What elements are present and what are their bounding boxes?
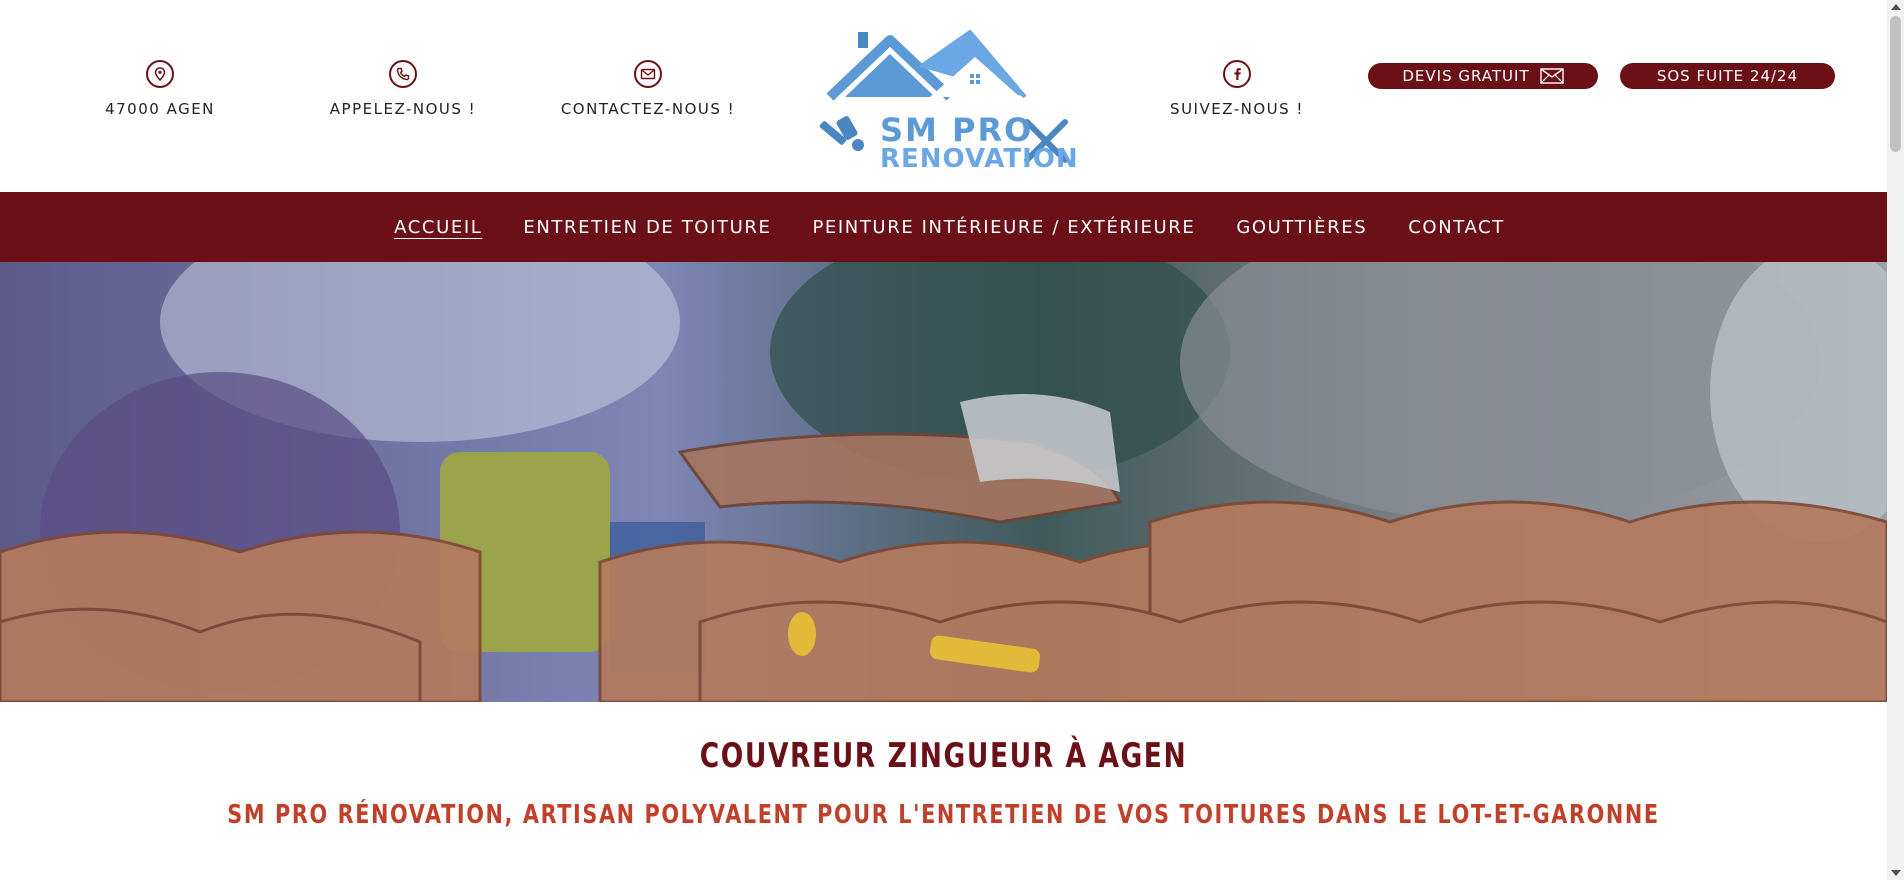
logo[interactable]: SM PRO RENOVATION bbox=[810, 22, 1078, 172]
envelope-icon bbox=[1539, 68, 1564, 84]
nav-item-gouttieres[interactable]: GOUTTIÈRES bbox=[1236, 217, 1367, 238]
devis-gratuit-button[interactable]: DEVIS GRATUIT bbox=[1368, 63, 1598, 89]
nav-item-entretien-toiture[interactable]: ENTRETIEN DE TOITURE bbox=[523, 217, 771, 238]
nav-item-peinture[interactable]: PEINTURE INTÉRIEURE / EXTÉRIEURE bbox=[812, 217, 1195, 238]
intro-section: COUVREUR ZINGUEUR À AGEN SM PRO RÉNOVATI… bbox=[0, 702, 1887, 880]
page-scrollbar[interactable] bbox=[1887, 0, 1904, 880]
nav-item-contact[interactable]: CONTACT bbox=[1408, 217, 1505, 238]
social-info[interactable]: SUIVEZ-NOUS ! bbox=[1127, 60, 1347, 118]
nav-item-accueil[interactable]: ACCUEIL bbox=[394, 217, 482, 238]
devis-button-label: DEVIS GRATUIT bbox=[1402, 67, 1530, 85]
logo-text-line2: RENOVATION bbox=[880, 144, 1079, 174]
main-nav: ACCUEIL ENTRETIEN DE TOITURE PEINTURE IN… bbox=[0, 192, 1887, 262]
facebook-icon bbox=[1223, 60, 1251, 88]
sos-fuite-button[interactable]: SOS FUITE 24/24 bbox=[1620, 63, 1835, 89]
sos-button-label: SOS FUITE 24/24 bbox=[1656, 67, 1799, 85]
scroll-down-icon[interactable] bbox=[1891, 870, 1901, 876]
hero-roof-painting-illustration bbox=[0, 262, 1887, 702]
phone-icon bbox=[389, 60, 417, 88]
contact-label: CONTACTEZ-NOUS ! bbox=[560, 100, 736, 118]
page-title: COUVREUR ZINGUEUR À AGEN bbox=[699, 736, 1188, 776]
address-info[interactable]: 47000 AGEN bbox=[50, 60, 270, 118]
map-pin-icon bbox=[146, 60, 174, 88]
page-subtitle: SM PRO RÉNOVATION, ARTISAN POLYVALENT PO… bbox=[227, 800, 1660, 830]
phone-info[interactable]: APPELEZ-NOUS ! bbox=[293, 60, 513, 118]
logo-text-line1: SM PRO bbox=[880, 111, 1034, 149]
contact-info[interactable]: CONTACTEZ-NOUS ! bbox=[538, 60, 758, 118]
address-text: 47000 AGEN bbox=[105, 100, 215, 118]
scroll-up-icon[interactable] bbox=[1891, 4, 1901, 10]
site-header: 47000 AGEN APPELEZ-NOUS ! CONTACTEZ-NOUS… bbox=[0, 0, 1887, 192]
hero-image bbox=[0, 262, 1887, 702]
phone-label: APPELEZ-NOUS ! bbox=[329, 100, 477, 118]
mail-icon bbox=[634, 60, 662, 88]
scrollbar-thumb[interactable] bbox=[1890, 16, 1901, 152]
social-label: SUIVEZ-NOUS ! bbox=[1170, 100, 1304, 118]
